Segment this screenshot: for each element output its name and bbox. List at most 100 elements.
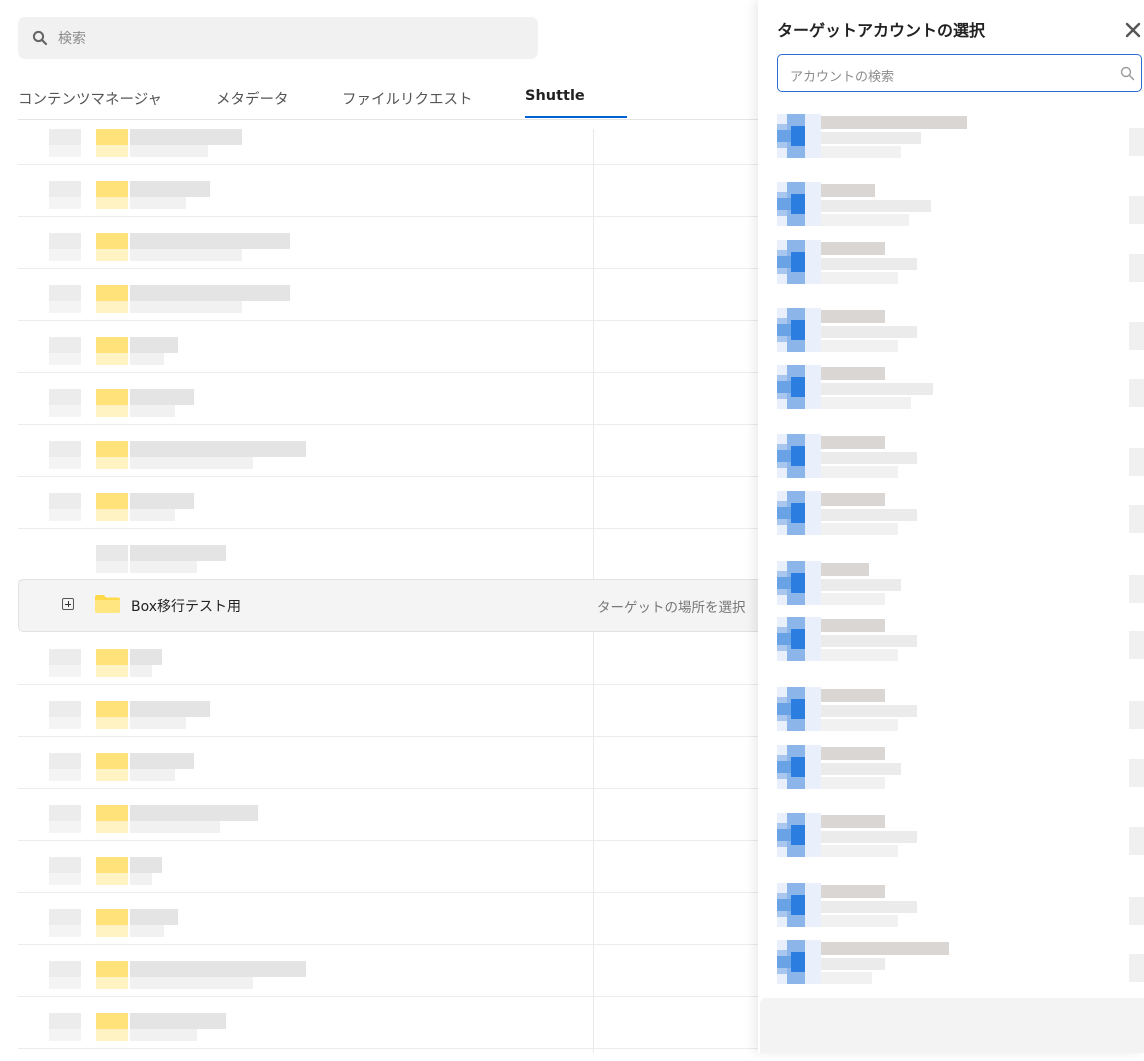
- obscured-text-block: [49, 545, 81, 561]
- account-detail-obscured: [821, 466, 898, 478]
- obscured-text-block: [49, 561, 81, 573]
- tab-file-request[interactable]: ファイルリクエスト: [342, 88, 473, 109]
- close-icon[interactable]: [1124, 21, 1142, 39]
- account-item[interactable]: [777, 182, 1144, 240]
- tab-metadata[interactable]: メタデータ: [216, 88, 289, 109]
- obscured-text-block: [49, 665, 81, 677]
- account-item[interactable]: [777, 434, 1144, 492]
- file-row[interactable]: [18, 216, 758, 269]
- tab-content-manager[interactable]: コンテンツマネージャ: [18, 88, 162, 109]
- account-detail-obscured: [821, 340, 898, 352]
- obscured-text-block: [130, 977, 253, 989]
- account-detail-obscured: [821, 326, 917, 338]
- obscured-text-block: [49, 977, 81, 989]
- account-name-obscured: [821, 619, 885, 632]
- obscured-text-block: [130, 353, 164, 365]
- file-row[interactable]: [18, 840, 758, 893]
- account-meta-obscured: [1129, 701, 1144, 729]
- file-row[interactable]: [18, 372, 758, 425]
- obscured-text-block: [96, 717, 128, 729]
- account-item[interactable]: [777, 114, 1144, 172]
- avatar: [777, 813, 821, 857]
- account-item[interactable]: [777, 240, 1144, 298]
- search-icon: [32, 30, 48, 46]
- account-detail-obscured: [821, 523, 898, 535]
- account-item[interactable]: [777, 745, 1144, 803]
- obscured-text-block: [130, 493, 194, 509]
- obscured-text-block: [49, 441, 81, 457]
- obscured-text-block: [130, 821, 220, 833]
- file-row[interactable]: [18, 424, 758, 477]
- obscured-text-block: [49, 249, 81, 261]
- obscured-text-block: [49, 821, 81, 833]
- obscured-text-block: [96, 545, 128, 561]
- obscured-text-block: [130, 249, 242, 261]
- obscured-text-block: [96, 873, 128, 885]
- account-name-obscured: [821, 493, 885, 506]
- obscured-text-block: [49, 197, 81, 209]
- obscured-text-block: [96, 649, 128, 665]
- account-item[interactable]: [777, 308, 1144, 366]
- obscured-text-block: [130, 145, 208, 157]
- obscured-text-block: [130, 389, 194, 405]
- account-detail-obscured: [821, 509, 917, 521]
- obscured-text-block: [96, 457, 128, 469]
- account-name-obscured: [821, 367, 885, 380]
- obscured-text-block: [49, 145, 81, 157]
- obscured-text-block: [130, 701, 210, 717]
- account-item[interactable]: [777, 940, 1144, 998]
- file-row[interactable]: [18, 944, 758, 997]
- account-detail-obscured: [821, 579, 901, 591]
- obscured-text-block: [130, 545, 226, 561]
- account-item[interactable]: [777, 687, 1144, 745]
- file-row[interactable]: [18, 996, 758, 1049]
- account-detail-obscured: [821, 383, 933, 395]
- obscured-text-block: [130, 753, 194, 769]
- file-row[interactable]: [18, 632, 758, 685]
- account-item[interactable]: [777, 561, 1144, 619]
- obscured-text-block: [49, 753, 81, 769]
- folder-row-selected[interactable]: Box移行テスト用 ターゲットの場所を選択: [18, 579, 780, 632]
- file-row[interactable]: [18, 164, 758, 217]
- account-meta-obscured: [1129, 322, 1144, 350]
- obscured-text-block: [49, 181, 81, 197]
- account-item[interactable]: [777, 813, 1144, 871]
- avatar: [777, 561, 821, 605]
- target-location-select[interactable]: ターゲットの場所を選択: [597, 596, 746, 616]
- avatar: [777, 883, 821, 927]
- account-item[interactable]: [777, 491, 1144, 549]
- account-name-obscured: [821, 885, 885, 898]
- obscured-text-block: [96, 509, 128, 521]
- obscured-text-block: [130, 509, 175, 521]
- file-row[interactable]: [18, 268, 758, 321]
- account-meta-obscured: [1129, 954, 1144, 982]
- obscured-text-block: [130, 285, 290, 301]
- avatar: [777, 940, 821, 984]
- file-row[interactable]: [18, 892, 758, 945]
- file-row[interactable]: [18, 476, 758, 529]
- account-name-obscured: [821, 116, 967, 129]
- account-item[interactable]: [777, 617, 1144, 675]
- account-item[interactable]: [777, 883, 1144, 941]
- file-row[interactable]: [18, 528, 758, 581]
- file-row[interactable]: [18, 736, 758, 789]
- file-row[interactable]: [18, 684, 758, 737]
- account-search-input[interactable]: アカウントの検索: [777, 54, 1142, 92]
- account-detail-obscured: [821, 146, 901, 158]
- account-meta-obscured: [1129, 759, 1144, 787]
- file-row[interactable]: [18, 788, 758, 841]
- tab-shuttle[interactable]: Shuttle: [525, 88, 585, 104]
- obscured-text-block: [49, 649, 81, 665]
- obscured-text-block: [49, 493, 81, 509]
- file-row[interactable]: [18, 112, 758, 165]
- search-bar[interactable]: 検索: [18, 17, 538, 59]
- obscured-text-block: [49, 873, 81, 885]
- folder-icon: [95, 595, 120, 613]
- obscured-text-block: [130, 925, 164, 937]
- obscured-text-block: [96, 753, 128, 769]
- avatar: [777, 687, 821, 731]
- obscured-text-block: [49, 909, 81, 925]
- expand-icon[interactable]: [62, 598, 74, 610]
- file-row[interactable]: [18, 320, 758, 373]
- account-item[interactable]: [777, 365, 1144, 423]
